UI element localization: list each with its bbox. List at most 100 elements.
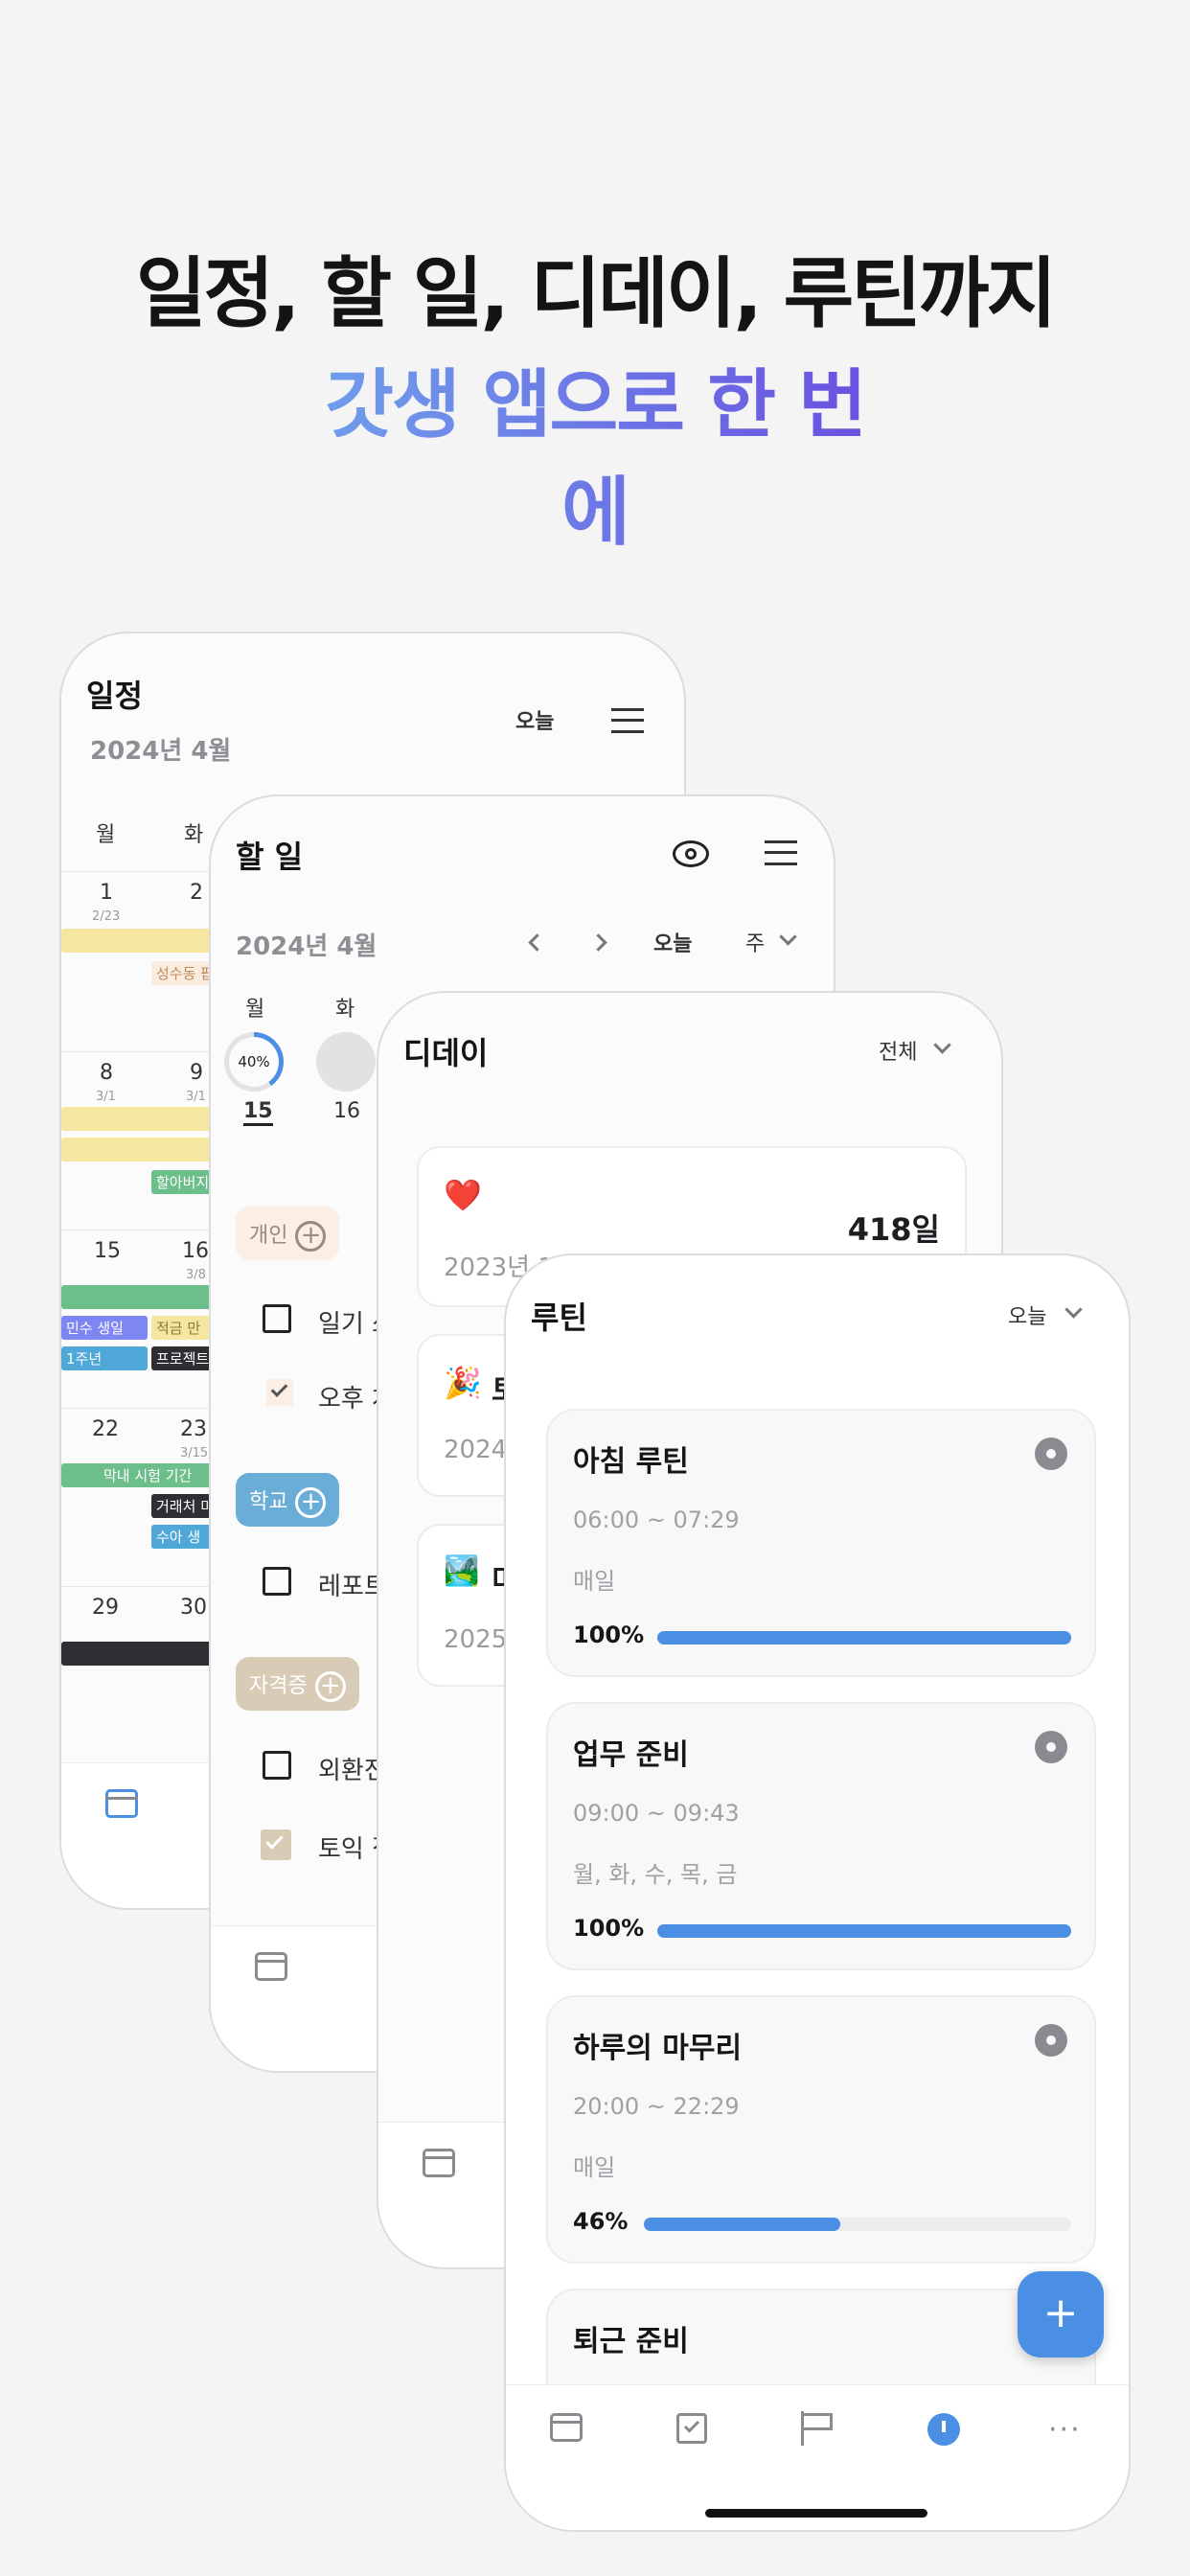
event-bar[interactable]: [61, 929, 215, 953]
routine-name: 업무 준비: [573, 1738, 689, 1772]
routine-item[interactable]: 하루의 마무리 20:00 ~ 22:29 매일 46%: [546, 1995, 1096, 2264]
routine-days: 매일: [573, 1568, 616, 1595]
schedule-month[interactable]: 2024년 4월: [90, 731, 231, 767]
event-minsu[interactable]: 민수 생일: [61, 1316, 148, 1340]
day-1[interactable]: 1: [100, 881, 113, 905]
routine-card: 루틴 오늘 아침 루틴 06:00 ~ 07:29 매일 100% 업무 준비 …: [504, 1254, 1131, 2532]
menu-icon[interactable]: [611, 708, 644, 733]
weekday-tue: 화: [335, 998, 355, 1022]
lunar-8: 3/1: [96, 1090, 116, 1104]
routine-days: 월, 화, 수, 목, 금: [573, 1861, 738, 1888]
group-cert[interactable]: 자격증 +: [236, 1657, 359, 1711]
calendar-icon[interactable]: [105, 1789, 138, 1818]
calendar-icon[interactable]: [255, 1952, 287, 1981]
gear-icon[interactable]: [1035, 2024, 1067, 2057]
add-icon[interactable]: +: [314, 1671, 346, 1702]
group-personal[interactable]: 개인 +: [236, 1207, 340, 1260]
view-select[interactable]: 주: [745, 927, 765, 957]
todo-month[interactable]: 2024년 4월: [236, 927, 377, 962]
filter-select[interactable]: 전체: [879, 1035, 917, 1066]
routine-title: 루틴: [531, 1300, 587, 1336]
eye-icon[interactable]: [673, 840, 709, 867]
routine-percent: 100%: [573, 1622, 645, 1648]
day-16[interactable]: 16: [333, 1099, 360, 1123]
chevron-down-icon[interactable]: [779, 928, 797, 946]
chevron-down-icon[interactable]: [933, 1036, 951, 1054]
day-8[interactable]: 8: [100, 1061, 113, 1085]
checkbox[interactable]: [263, 1304, 291, 1333]
add-button[interactable]: +: [1018, 2271, 1104, 2358]
event-bar[interactable]: [61, 1138, 215, 1162]
headline-line1: 일정, 할 일, 디데이, 루틴까지: [135, 249, 1057, 338]
schedule-title: 일정: [86, 678, 143, 714]
routine-name: 하루의 마무리: [573, 2032, 743, 2065]
today-button[interactable]: 오늘: [653, 927, 692, 957]
chevron-left-icon[interactable]: [528, 933, 546, 952]
home-indicator: [705, 2509, 927, 2518]
routine-item[interactable]: 아침 루틴 06:00 ~ 07:29 매일 100%: [546, 1409, 1096, 1677]
progress-fill: [657, 1631, 1071, 1644]
day-15[interactable]: 15: [243, 1099, 273, 1126]
heart-icon: ❤️: [444, 1177, 482, 1213]
day-16[interactable]: 16: [182, 1239, 209, 1263]
timer-icon[interactable]: [927, 2413, 960, 2446]
event-suah[interactable]: 수아 생: [151, 1525, 215, 1549]
add-icon[interactable]: +: [295, 1221, 327, 1252]
filter-select[interactable]: 오늘: [1008, 1300, 1046, 1330]
chevron-right-icon[interactable]: [589, 933, 607, 952]
routine-time: 09:00 ~ 09:43: [573, 1800, 740, 1827]
day-2[interactable]: 2: [190, 881, 203, 905]
day-15[interactable]: 15: [94, 1239, 121, 1263]
event-bar[interactable]: [61, 1107, 215, 1131]
gear-icon[interactable]: [1035, 1438, 1067, 1470]
routine-percent: 46%: [573, 2208, 629, 2235]
group-school[interactable]: 학교 +: [236, 1473, 340, 1527]
dday-date: 2024: [444, 1436, 508, 1464]
routine-name: 아침 루틴: [573, 1445, 689, 1479]
event-bar[interactable]: [61, 1285, 215, 1309]
calendar-icon[interactable]: [550, 2413, 583, 2442]
weekday-mon: 월: [96, 823, 116, 847]
chevron-down-icon[interactable]: [1064, 1300, 1083, 1319]
lunar-1: 2/23: [92, 909, 121, 924]
lunar-16: 3/8: [186, 1268, 206, 1282]
day-29[interactable]: 29: [92, 1596, 119, 1620]
event-exam[interactable]: 막내 시험 기간: [61, 1463, 215, 1487]
progress-ring[interactable]: 40%: [224, 1032, 284, 1092]
event-client[interactable]: 거래처 미: [151, 1494, 215, 1518]
gear-icon[interactable]: [1035, 1731, 1067, 1763]
flag-icon[interactable]: [801, 2411, 835, 2446]
progress-bar: [657, 1631, 1071, 1644]
add-icon[interactable]: +: [295, 1487, 327, 1518]
checkbox[interactable]: [263, 1567, 291, 1596]
lunar-23: 3/15: [180, 1446, 209, 1460]
event-week1[interactable]: 1주년: [61, 1346, 148, 1370]
event-grandpa[interactable]: 할아버지: [151, 1170, 215, 1194]
dday-title: 디데이: [403, 1035, 489, 1071]
landscape-icon: 🏞️: [444, 1554, 480, 1588]
check-icon[interactable]: [266, 1379, 293, 1406]
today-button[interactable]: 오늘: [515, 704, 554, 735]
routine-item[interactable]: 업무 준비 09:00 ~ 09:43 월, 화, 수, 목, 금 100%: [546, 1702, 1096, 1970]
weekday-tue: 화: [184, 823, 204, 847]
day-30[interactable]: 30: [180, 1596, 207, 1620]
check-icon[interactable]: [261, 1829, 291, 1860]
routine-percent: 100%: [573, 1915, 645, 1942]
event-bar[interactable]: [61, 1642, 215, 1666]
day-9[interactable]: 9: [190, 1061, 203, 1085]
calendar-icon[interactable]: [423, 2149, 455, 2177]
menu-icon[interactable]: [765, 840, 797, 865]
event-savings[interactable]: 적금 만: [151, 1316, 215, 1340]
day-circle[interactable]: [316, 1032, 376, 1092]
lunar-9: 3/1: [186, 1090, 206, 1104]
day-23[interactable]: 23: [180, 1417, 207, 1441]
checkbox-icon[interactable]: [676, 2413, 707, 2444]
more-icon[interactable]: ···: [1048, 2413, 1082, 2447]
checkbox[interactable]: [263, 1751, 291, 1780]
day-22[interactable]: 22: [92, 1417, 119, 1441]
routine-days: 매일: [573, 2154, 616, 2181]
progress-fill: [657, 1924, 1071, 1938]
event-project[interactable]: 프로젝트: [151, 1346, 215, 1370]
progress-label: 40%: [229, 1037, 279, 1087]
routine-time: 06:00 ~ 07:29: [573, 1506, 740, 1533]
